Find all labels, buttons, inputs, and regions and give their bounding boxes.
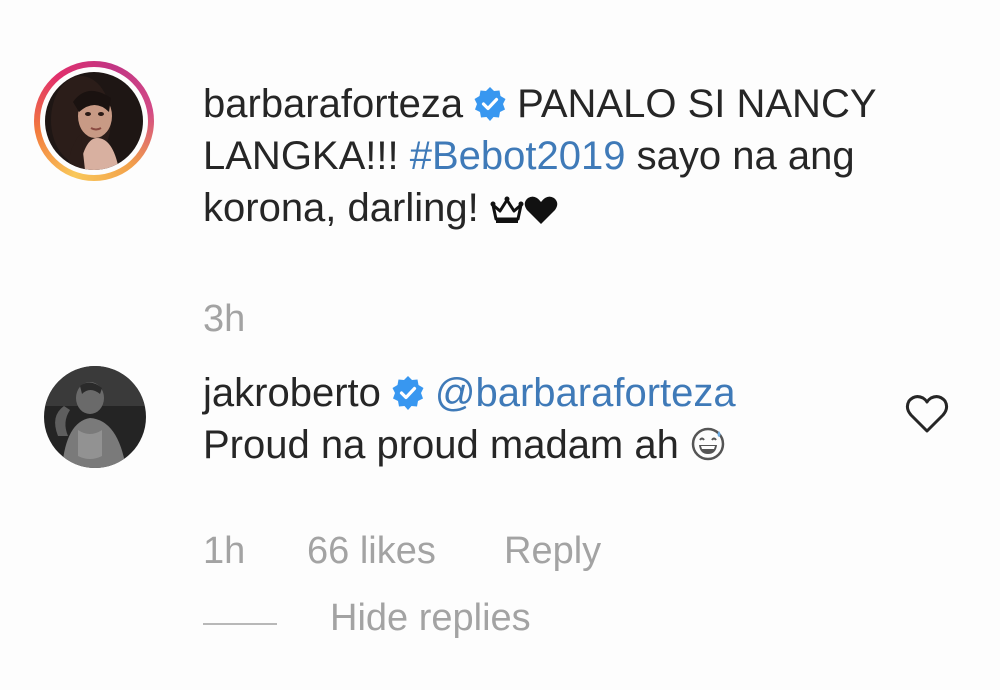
reply-button[interactable]: Reply <box>504 530 601 573</box>
verified-badge-icon <box>473 82 507 121</box>
avatar-barbaraforteza[interactable] <box>45 72 143 170</box>
avatar-jakroberto[interactable] <box>44 366 146 468</box>
likes-count[interactable]: 66 likes <box>307 530 436 573</box>
crown-emoji-icon <box>490 186 524 238</box>
reply-text: jakroberto @barbaraforteza Proud na proud … <box>203 367 863 475</box>
instagram-comment-thread: barbaraforteza PANALO SI NANCY LANGKA!!! … <box>0 0 1000 690</box>
reply-body: Proud na proud madam ah <box>203 423 690 467</box>
hashtag-link[interactable]: #Bebot2019 <box>410 134 626 178</box>
black-heart-emoji-icon <box>524 186 558 238</box>
timestamp[interactable]: 3h <box>203 298 245 341</box>
mention-link[interactable]: @barbaraforteza <box>435 371 736 415</box>
grinning-sweat-emoji-icon <box>690 423 726 475</box>
username-link[interactable]: barbaraforteza <box>203 82 463 126</box>
verified-badge-icon <box>391 371 425 410</box>
story-ring[interactable] <box>34 61 154 181</box>
like-heart-icon[interactable] <box>904 393 950 435</box>
timestamp[interactable]: 1h <box>203 530 245 573</box>
username-link[interactable]: jakroberto <box>203 371 381 415</box>
comment-text: barbaraforteza PANALO SI NANCY LANGKA!!! … <box>203 78 963 238</box>
divider-line <box>203 623 277 625</box>
hide-replies-button[interactable]: Hide replies <box>330 597 531 640</box>
